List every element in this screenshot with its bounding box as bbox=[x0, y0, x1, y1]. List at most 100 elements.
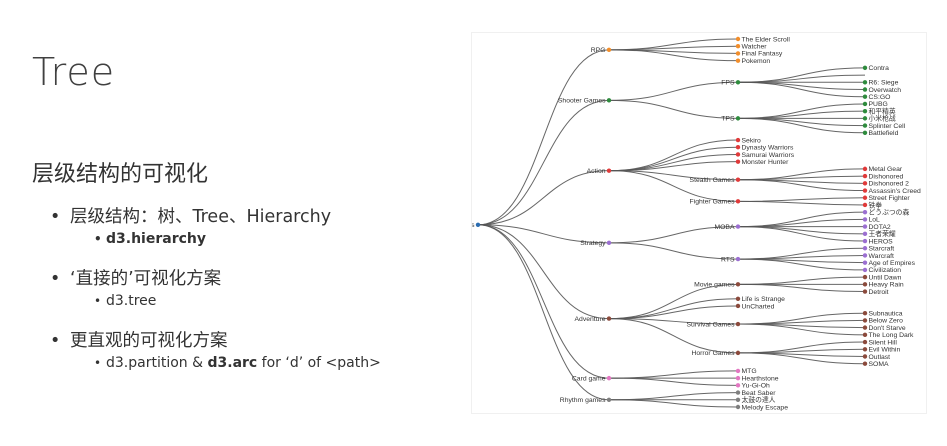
tree-node-silent-hill bbox=[862, 339, 868, 345]
tree-node-moba bbox=[735, 224, 741, 229]
tree-node-evil-within bbox=[862, 347, 868, 352]
tree-label-fps: FPS bbox=[721, 80, 735, 87]
tree-label-overwatch: Overwatch bbox=[869, 87, 902, 94]
tree-link bbox=[608, 242, 739, 260]
tree-label-yu-gi-oh: Yu-Gi-Oh bbox=[742, 383, 771, 390]
tree-node-action bbox=[606, 168, 612, 173]
tree-label-card-game: Card game bbox=[572, 375, 606, 382]
tree-label-age-of-empires: Age of Empires bbox=[869, 260, 916, 267]
tree-label-cs-go: CS:GO bbox=[869, 94, 891, 101]
tree-node-shooter-games bbox=[606, 98, 612, 103]
tree-label-samurai-warriors: Samurai Warriors bbox=[742, 152, 795, 159]
tree-node-life-is-strange bbox=[735, 296, 741, 301]
tree-link bbox=[737, 276, 866, 285]
tree-node-subnautica bbox=[862, 310, 868, 316]
tree-label-don-t-starve: Don't Starve bbox=[869, 325, 906, 332]
tree-node-rpg bbox=[606, 47, 612, 53]
tree-node-overwatch bbox=[862, 87, 868, 92]
tree-nodes: Games RPG The Elder ScrollWatcherFinal Fan… bbox=[453, 36, 922, 411]
tree-label-assassin-s-creed: Assassin's Creed bbox=[869, 188, 922, 195]
tree-link bbox=[737, 81, 866, 91]
tree-label-melody-escape: Melody Escape bbox=[742, 404, 789, 411]
bullet-intuitive-vis: 更直观的可视化方案 d3.partition & d3.arc for ‘d’ … bbox=[50, 329, 450, 373]
tree-node-the-elder-scroll bbox=[735, 36, 741, 42]
slide-title: Tree bbox=[32, 50, 116, 94]
tree-node-adventure bbox=[606, 316, 612, 321]
tree-node-street-fighter bbox=[862, 195, 868, 200]
tree-node-node bbox=[735, 397, 741, 402]
sub-bullet-d3-tree: d3.tree bbox=[70, 291, 450, 311]
tree-link bbox=[477, 170, 610, 226]
bullet-hierarchy-text: 层级结构：树、Tree、Hierarchy bbox=[70, 207, 332, 227]
tree-label-pubg: PUBG bbox=[869, 101, 888, 108]
tree-node-uncharted bbox=[735, 303, 741, 309]
tree-label-node: 和平精英 bbox=[869, 106, 896, 115]
tree-link bbox=[737, 197, 866, 202]
tree-node-dishonored bbox=[862, 173, 868, 179]
tree-node-strategy bbox=[606, 240, 612, 246]
tree-node-samurai-warriors bbox=[735, 152, 741, 157]
tree-label-rts: RTS bbox=[721, 256, 735, 263]
partition-text: d3.partition & bbox=[106, 355, 208, 371]
tree-label-outlast: Outlast bbox=[869, 354, 891, 361]
tree-link bbox=[477, 224, 610, 401]
tree-node-dishonored-2 bbox=[862, 181, 868, 186]
tree-label-beat-saber: Beat Saber bbox=[742, 390, 777, 397]
sub-bullet-d3-hierarchy: d3.hierarchy bbox=[70, 229, 450, 249]
tree-link bbox=[737, 348, 866, 354]
tree-label-stealth-games: Stealth Games bbox=[690, 177, 736, 184]
tree-label-life-is-strange: Life is Strange bbox=[742, 296, 786, 303]
tree-node-yu-gi-oh bbox=[735, 383, 741, 388]
tree-node-hearthstone bbox=[735, 375, 741, 381]
tree-link bbox=[608, 377, 739, 386]
tree-label-the-elder-scroll: The Elder Scroll bbox=[742, 36, 791, 43]
tree-node-outlast bbox=[862, 354, 868, 359]
bullet-direct-vis-text: ‘直接的’可视化方案 bbox=[70, 269, 222, 289]
tree-label-dishonored-2: Dishonored 2 bbox=[869, 181, 910, 188]
tree-node-lol bbox=[862, 217, 868, 222]
tree-label-node: 太鼓の達人 bbox=[742, 395, 776, 404]
tree-node-metal-gear bbox=[862, 166, 868, 172]
bullet-list: 层级结构：树、Tree、Hierarchy d3.hierarchy ‘直接的’… bbox=[50, 205, 450, 373]
tree-label-civilization: Civilization bbox=[869, 267, 902, 274]
tree-node-below-zero bbox=[862, 318, 868, 323]
tree-node-node bbox=[862, 231, 868, 237]
tree-label-watcher: Watcher bbox=[742, 44, 768, 51]
tree-node-detroit bbox=[862, 289, 868, 294]
tree-label-subnautica: Subnautica bbox=[869, 310, 903, 317]
tree-link bbox=[737, 283, 866, 293]
tree-label-splinter-cell: Splinter Cell bbox=[869, 123, 906, 130]
tree-label-heavy-rain: Heavy Rain bbox=[869, 282, 904, 289]
tree-label-survival-games: Survival Games bbox=[687, 321, 736, 328]
bullet-intuitive-vis-text: 更直观的可视化方案 bbox=[70, 331, 228, 351]
tree-node-until-dawn bbox=[862, 274, 868, 280]
tree-label-pokemon: Pokemon bbox=[742, 58, 771, 65]
tree-label-hearthstone: Hearthstone bbox=[742, 375, 779, 382]
tree-label-node: 王者荣耀 bbox=[869, 229, 896, 238]
slide-subtitle: 层级结构的可视化 bbox=[32, 162, 209, 187]
tree-label-node: 小米枪战 bbox=[869, 114, 896, 123]
tree-node-warcraft bbox=[862, 253, 868, 258]
tree-link bbox=[737, 319, 866, 325]
tree-node-assassin-s-creed bbox=[862, 188, 868, 193]
tree-node-node bbox=[862, 202, 868, 208]
tree-label-lol: LoL bbox=[869, 217, 881, 224]
tree-node-fighter-games bbox=[735, 199, 741, 204]
tree-link bbox=[737, 74, 866, 83]
tree-node-civilization bbox=[862, 267, 868, 273]
tree-node-rts bbox=[735, 256, 741, 262]
tree-label-metal-gear: Metal Gear bbox=[869, 166, 903, 173]
bullet-hierarchy: 层级结构：树、Tree、Hierarchy d3.hierarchy bbox=[50, 205, 450, 249]
tree-label-adventure: Adventure bbox=[575, 316, 606, 323]
tree-link bbox=[477, 49, 610, 226]
tree-node-movie-games bbox=[735, 282, 741, 287]
tree-node-final-fantasy bbox=[735, 51, 741, 56]
tree-node-node bbox=[862, 116, 868, 121]
tree-node-cs-go bbox=[862, 94, 868, 99]
tree-node-battlefield bbox=[862, 130, 868, 136]
tree-label-battlefield: Battlefield bbox=[869, 130, 899, 137]
tree-node-starcraft bbox=[862, 246, 868, 251]
sub-bullet-partition-arc: d3.partition & d3.arc for ‘d’ of <path> bbox=[70, 353, 450, 373]
tree-label-dishonored: Dishonored bbox=[869, 173, 904, 180]
tree-label-strategy: Strategy bbox=[580, 240, 606, 247]
